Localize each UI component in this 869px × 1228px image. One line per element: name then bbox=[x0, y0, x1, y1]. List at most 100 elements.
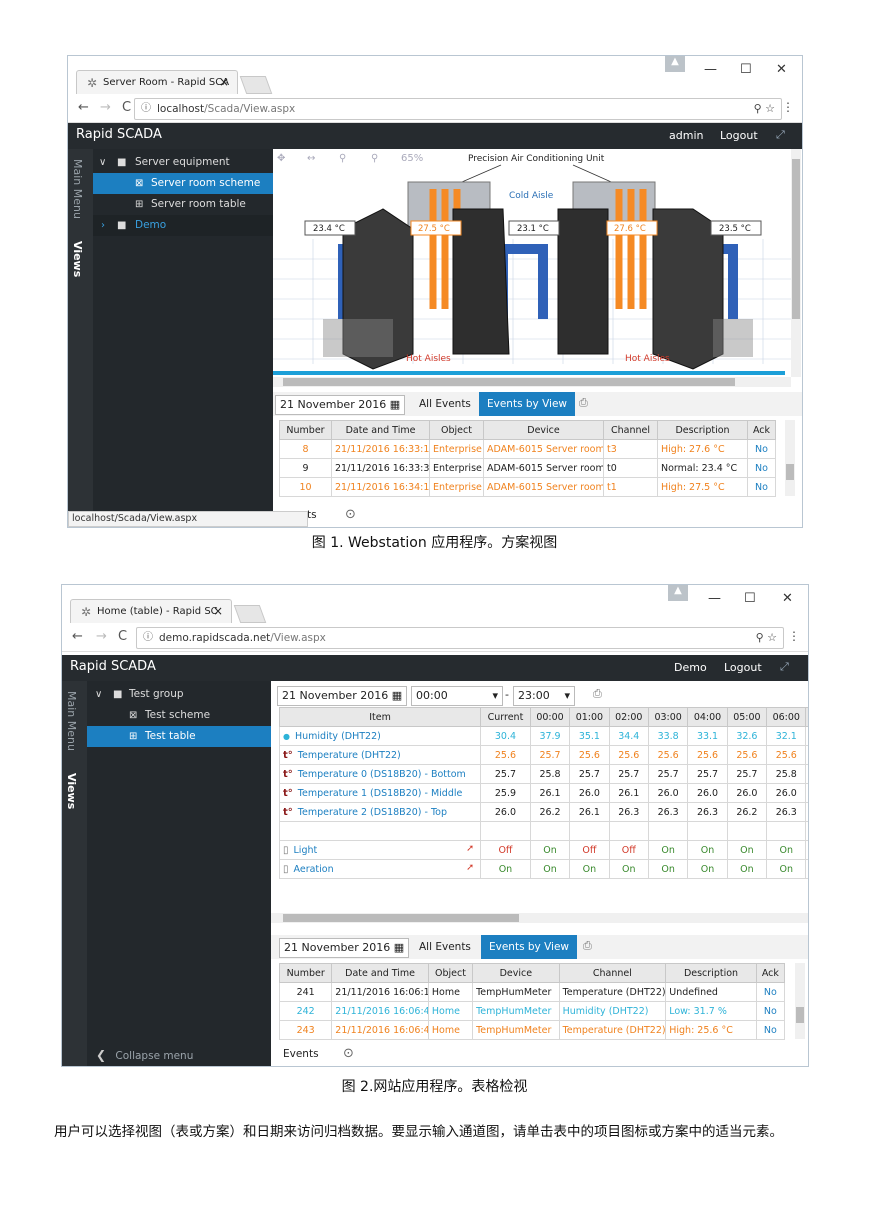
events-vertical-scrollbar[interactable] bbox=[795, 963, 805, 1039]
tree-item-test-group[interactable]: ∨ ■ Test group bbox=[87, 684, 271, 705]
ack-link[interactable]: No bbox=[747, 439, 776, 459]
user-name[interactable]: admin bbox=[669, 129, 703, 142]
column-header[interactable]: Date and Time bbox=[331, 420, 430, 440]
switch-icon[interactable]: ▯ bbox=[283, 845, 289, 856]
time-to-select[interactable]: 23:00 ▾ bbox=[513, 686, 575, 706]
maximize-icon[interactable]: ☐ bbox=[740, 62, 752, 77]
bookmark-icon[interactable]: ⚲ ☆ bbox=[756, 628, 777, 648]
back-icon[interactable]: ← bbox=[78, 100, 89, 115]
column-header[interactable]: Channel bbox=[558, 963, 667, 983]
item-label[interactable]: Temperature 0 (DS18B20) - Bottom bbox=[298, 769, 466, 780]
close-window-icon[interactable]: ✕ bbox=[776, 62, 787, 77]
send-command-icon[interactable]: ➚ bbox=[466, 862, 474, 873]
back-icon[interactable]: ← bbox=[72, 629, 83, 644]
zoom-in-icon[interactable]: ⚲ bbox=[371, 153, 378, 164]
column-header[interactable]: Ack bbox=[755, 963, 786, 983]
tab-events-by-view[interactable]: Events by View bbox=[481, 935, 578, 959]
thermometer-icon[interactable]: t° bbox=[283, 769, 293, 780]
scheme-vertical-scrollbar[interactable] bbox=[791, 149, 801, 377]
ack-link[interactable]: No bbox=[755, 1001, 786, 1021]
browser-menu-icon[interactable]: ⋮ bbox=[788, 629, 800, 643]
item-label[interactable]: Temperature (DHT22) bbox=[298, 750, 401, 761]
column-header[interactable]: Object bbox=[427, 963, 474, 983]
ack-link[interactable]: No bbox=[755, 982, 786, 1002]
fullscreen-icon[interactable]: ⤢ bbox=[780, 660, 789, 674]
chevron-down-circle-icon[interactable]: ⊙ bbox=[345, 507, 356, 522]
scrollbar-thumb[interactable] bbox=[283, 914, 519, 922]
tab-events-by-view[interactable]: Events by View bbox=[479, 392, 576, 416]
profile-icon[interactable]: ▲ bbox=[668, 585, 688, 601]
fit-width-icon[interactable]: ↔ bbox=[307, 153, 315, 164]
events-vertical-scrollbar[interactable] bbox=[785, 420, 795, 496]
new-tab-button[interactable] bbox=[239, 76, 273, 94]
print-icon[interactable]: ⎙ bbox=[583, 939, 592, 953]
scrollbar-thumb[interactable] bbox=[792, 159, 800, 319]
column-header[interactable]: Description bbox=[657, 420, 748, 440]
column-header[interactable]: Device bbox=[483, 420, 604, 440]
table-date-picker[interactable]: 21 November 2016 ▦ bbox=[277, 686, 408, 706]
scrollbar-thumb[interactable] bbox=[283, 378, 735, 386]
table-row[interactable]: 242 21/11/2016 16:06:44 Home TempHumMeter Hu… bbox=[278, 1001, 786, 1021]
column-header[interactable]: Ack bbox=[747, 420, 776, 440]
item-label[interactable]: Humidity (DHT22) bbox=[295, 731, 381, 742]
fullscreen-icon[interactable]: ⤢ bbox=[776, 128, 785, 142]
logout-link[interactable]: Logout bbox=[720, 129, 758, 142]
events-footer-label[interactable]: ts bbox=[307, 509, 317, 521]
column-header[interactable]: Date and Time bbox=[331, 963, 429, 983]
reload-icon[interactable]: C bbox=[118, 629, 127, 644]
table-row[interactable]: 8 21/11/2016 16:33:17 Enterprise ADAM-6015 … bbox=[279, 439, 776, 459]
time-from-select[interactable]: 00:00 ▾ bbox=[411, 686, 503, 706]
close-tab-icon[interactable]: × bbox=[219, 75, 229, 89]
tab-main-menu[interactable]: Main Menu bbox=[71, 159, 84, 219]
reload-icon[interactable]: C bbox=[122, 100, 131, 115]
column-header[interactable]: Number bbox=[279, 420, 332, 440]
app-brand[interactable]: Rapid SCADA bbox=[70, 659, 156, 674]
profile-icon[interactable]: ▲ bbox=[665, 56, 685, 72]
item-label[interactable]: Light bbox=[294, 845, 318, 856]
tab-views[interactable]: Views bbox=[71, 241, 84, 277]
forward-icon[interactable]: → bbox=[100, 100, 111, 115]
tab-views[interactable]: Views bbox=[65, 773, 78, 809]
print-icon[interactable]: ⎙ bbox=[593, 687, 602, 701]
table-row[interactable]: 241 21/11/2016 16:06:10 Home TempHumMeter Te… bbox=[278, 982, 786, 1002]
logout-link[interactable]: Logout bbox=[724, 661, 762, 674]
url-field[interactable]: ⓘ localhost/Scada/View.aspx ⚲ ☆ bbox=[134, 98, 782, 120]
zoom-out-icon[interactable]: ⚲ bbox=[339, 153, 346, 164]
table-horizontal-scrollbar[interactable] bbox=[271, 913, 808, 923]
thermometer-icon[interactable]: t° bbox=[283, 807, 293, 818]
table-row[interactable]: 10 21/11/2016 16:34:17 Enterprise ADAM-6015… bbox=[279, 477, 776, 497]
close-window-icon[interactable]: ✕ bbox=[782, 591, 793, 606]
ack-link[interactable]: No bbox=[747, 477, 776, 497]
item-label[interactable]: Temperature 2 (DS18B20) - Top bbox=[298, 807, 447, 818]
user-name[interactable]: Demo bbox=[674, 661, 707, 674]
minimize-icon[interactable]: — bbox=[708, 591, 721, 606]
collapse-menu[interactable]: ❮ Collapse menu bbox=[96, 1048, 193, 1062]
scrollbar-thumb[interactable] bbox=[786, 464, 794, 480]
maximize-icon[interactable]: ☐ bbox=[744, 591, 756, 606]
forward-icon[interactable]: → bbox=[96, 629, 107, 644]
table-row[interactable]: 243 21/11/2016 16:06:44 Home TempHumMeter Te… bbox=[278, 1020, 786, 1040]
ack-link[interactable]: No bbox=[747, 458, 776, 478]
tab-all-events[interactable]: All Events bbox=[411, 935, 479, 959]
item-label[interactable]: Temperature 1 (DS18B20) - Middle bbox=[298, 788, 463, 799]
scheme-horizontal-scrollbar[interactable] bbox=[273, 377, 791, 387]
new-tab-button[interactable] bbox=[233, 605, 267, 623]
ack-link[interactable]: No bbox=[755, 1020, 786, 1040]
close-tab-icon[interactable]: × bbox=[213, 604, 223, 618]
column-header[interactable]: Channel bbox=[603, 420, 658, 440]
event-date-picker[interactable]: 21 November 2016 ▦ bbox=[279, 938, 410, 958]
chevron-down-circle-icon[interactable]: ⊙ bbox=[343, 1046, 354, 1061]
browser-tab[interactable]: ✲ Server Room - Rapid SCA × bbox=[76, 70, 238, 95]
column-header[interactable]: Description bbox=[665, 963, 757, 983]
column-header[interactable]: Device bbox=[472, 963, 560, 983]
scrollbar-thumb[interactable] bbox=[796, 1007, 804, 1023]
tree-item-test-table[interactable]: ⊞ Test table bbox=[87, 726, 271, 747]
tree-item-demo[interactable]: › ■ Demo bbox=[93, 215, 273, 236]
thermometer-icon[interactable]: t° bbox=[283, 750, 293, 761]
app-brand[interactable]: Rapid SCADA bbox=[76, 127, 162, 142]
tree-item-server-room-scheme[interactable]: ⊠ Server room scheme bbox=[93, 173, 273, 194]
browser-menu-icon[interactable]: ⋮ bbox=[782, 100, 794, 114]
browser-tab[interactable]: ✲ Home (table) - Rapid SC × bbox=[70, 599, 232, 624]
tree-item-server-room-table[interactable]: ⊞ Server room table bbox=[93, 194, 273, 215]
switch-icon[interactable]: ▯ bbox=[283, 864, 289, 875]
